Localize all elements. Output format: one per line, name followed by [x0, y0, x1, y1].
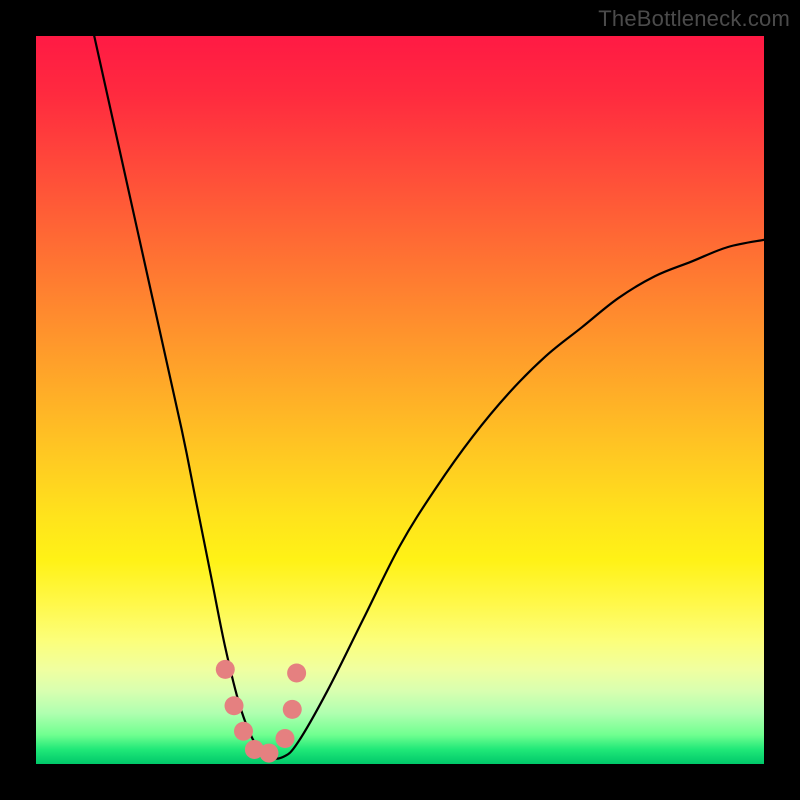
bottleneck-curve	[94, 36, 764, 759]
highlight-marker	[287, 664, 306, 683]
highlight-marker	[234, 722, 253, 741]
highlight-marker	[275, 729, 294, 748]
chart-frame: TheBottleneck.com	[0, 0, 800, 800]
watermark-text: TheBottleneck.com	[598, 6, 790, 32]
curve-layer	[36, 36, 764, 764]
highlight-marker	[259, 744, 278, 763]
plot-area	[36, 36, 764, 764]
highlight-marker	[216, 660, 235, 679]
highlight-marker	[225, 696, 244, 715]
highlight-marker	[283, 700, 302, 719]
highlight-markers	[216, 660, 306, 763]
